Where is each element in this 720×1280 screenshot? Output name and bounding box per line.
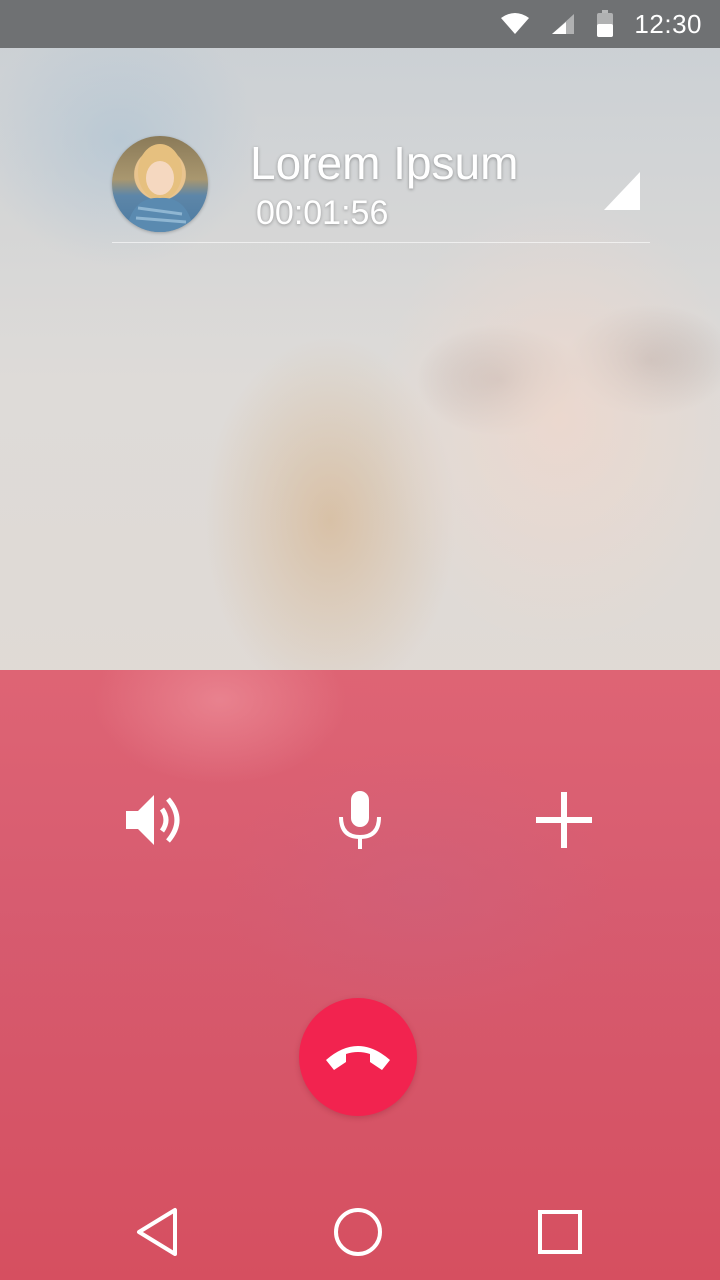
speaker-icon [124,791,188,849]
header-divider [112,242,650,243]
add-call-icon [534,790,594,850]
cell-signal-icon [550,12,576,36]
microphone-icon [336,789,384,851]
call-duration: 00:01:56 [256,194,389,232]
caller-name: Lorem Ipsum [250,137,519,189]
caller-header: Lorem Ipsum 00:01:56 [112,136,650,244]
wifi-icon [500,12,530,36]
battery-icon [596,10,614,38]
status-time: 12:30 [634,8,702,39]
recent-apps-button[interactable] [530,1202,590,1262]
mute-button[interactable] [320,780,400,860]
home-button[interactable] [328,1202,388,1262]
call-screen: 12:30 Lorem Ipsum 00:01:56 [0,0,720,1280]
end-call-icon [322,1040,394,1074]
back-icon [135,1207,181,1257]
status-bar: 12:30 [0,0,720,48]
home-icon [333,1207,383,1257]
add-call-button[interactable] [524,780,604,860]
navigation-bar [0,1184,720,1280]
end-call-button[interactable] [299,998,417,1116]
speaker-button[interactable] [116,780,196,860]
recent-apps-icon [537,1209,583,1255]
avatar[interactable] [112,136,208,232]
back-button[interactable] [128,1202,188,1262]
expand-triangle-icon[interactable] [604,172,640,210]
